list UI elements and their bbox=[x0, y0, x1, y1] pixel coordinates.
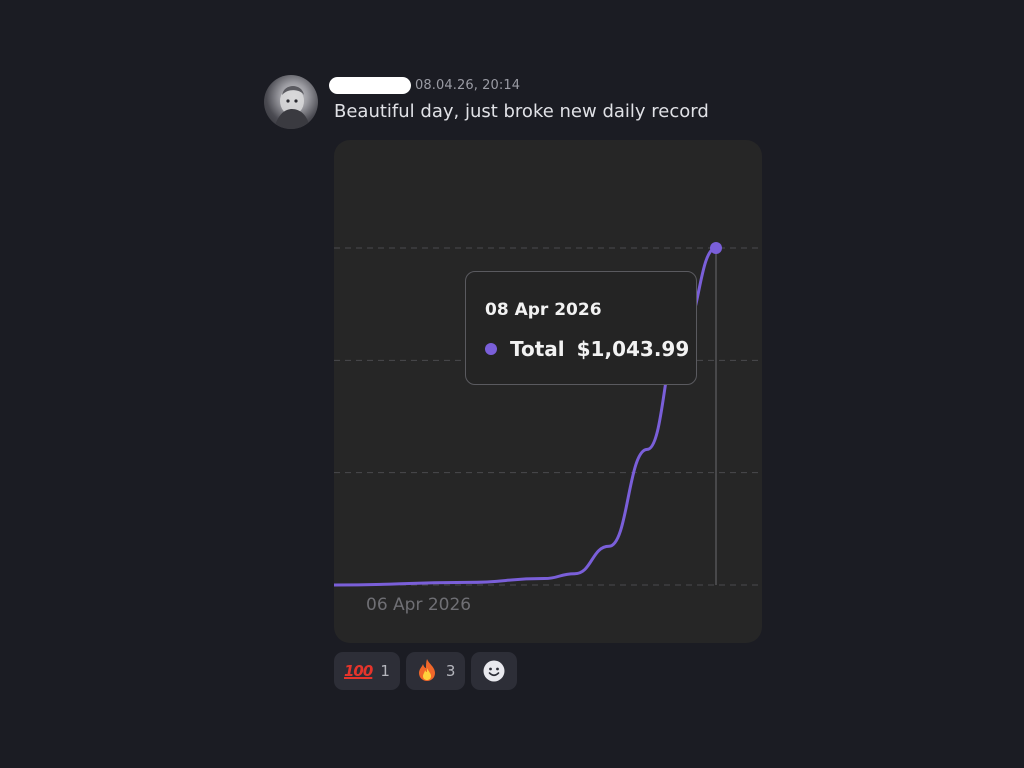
avatar[interactable] bbox=[264, 75, 318, 129]
smiley-icon bbox=[483, 660, 505, 682]
message-text: Beautiful day, just broke new daily reco… bbox=[334, 101, 709, 122]
fire-icon bbox=[416, 658, 438, 685]
reaction-count: 3 bbox=[445, 662, 456, 680]
reactions-bar: 100 1 3 bbox=[334, 652, 518, 690]
tooltip-value: $1,043.99 bbox=[576, 337, 690, 361]
x-tick-label: 06 Apr 2026 bbox=[366, 595, 471, 615]
data-point-highlight[interactable] bbox=[710, 242, 722, 254]
line-chart: 06 Apr 2026 bbox=[334, 242, 762, 615]
reaction-hundred[interactable]: 100 1 bbox=[334, 652, 400, 690]
tooltip-date: 08 Apr 2026 bbox=[485, 300, 602, 320]
series-color-dot-icon bbox=[485, 343, 497, 355]
chat-message: 08.04.26, 20:14 Beautiful day, just brok… bbox=[0, 0, 1024, 768]
add-reaction-button[interactable] bbox=[471, 652, 518, 690]
chart-card: 06 Apr 2026 08 Apr 2026 Total $1,043.99 bbox=[334, 140, 762, 643]
username-redacted bbox=[329, 77, 411, 94]
reaction-count: 1 bbox=[380, 662, 390, 680]
tooltip-row: Total $1,043.99 bbox=[485, 337, 689, 361]
chart-tooltip: 08 Apr 2026 Total $1,043.99 bbox=[465, 271, 697, 385]
message-timestamp: 08.04.26, 20:14 bbox=[415, 78, 521, 93]
reaction-fire[interactable]: 3 bbox=[405, 652, 466, 690]
tooltip-series-name: Total bbox=[510, 337, 565, 361]
hundred-points-icon: 100 bbox=[344, 662, 373, 680]
avatar-image bbox=[274, 86, 310, 129]
